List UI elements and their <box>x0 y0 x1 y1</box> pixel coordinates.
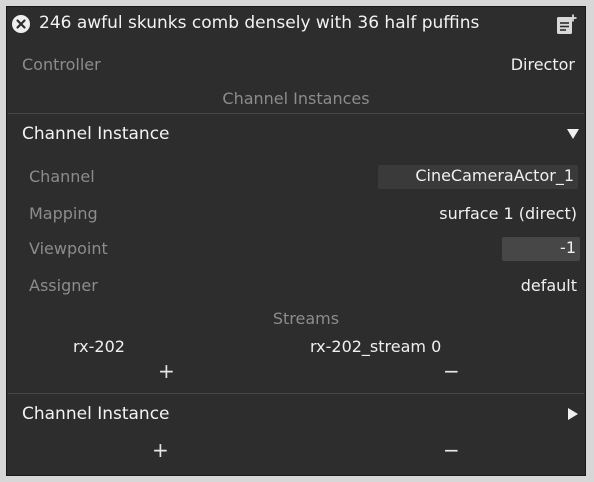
viewpoint-field[interactable]: -1 <box>502 237 580 261</box>
add-stream-button[interactable]: + <box>158 359 175 383</box>
assigner-label: Assigner <box>29 276 98 295</box>
stream-receiver[interactable]: rx-202 <box>73 337 125 356</box>
channel-instance-title-collapsed[interactable]: Channel Instance <box>22 404 170 424</box>
controller-value[interactable]: Director <box>511 55 575 74</box>
panel-title: 246 awful skunks comb densely with 36 ha… <box>39 13 480 33</box>
channel-instance-title[interactable]: Channel Instance <box>22 124 170 144</box>
triangle-right-icon[interactable] <box>568 408 578 420</box>
streams-heading: Streams <box>272 309 340 328</box>
stream-name[interactable]: rx-202_stream 0 <box>310 337 441 356</box>
viewpoint-label: Viewpoint <box>29 239 108 258</box>
remove-instance-button[interactable]: − <box>443 438 460 462</box>
channel-label: Channel <box>29 167 95 186</box>
mapping-value[interactable]: surface 1 (direct) <box>439 204 577 223</box>
triangle-down-icon[interactable] <box>567 129 579 139</box>
add-instance-button[interactable]: + <box>152 438 169 462</box>
viewpoint-value: -1 <box>560 238 576 257</box>
close-icon[interactable] <box>12 15 30 33</box>
mapping-label: Mapping <box>29 204 98 223</box>
remove-stream-button[interactable]: − <box>443 359 460 383</box>
assigner-value[interactable]: default <box>521 276 577 295</box>
channel-value: CineCameraActor_1 <box>415 166 574 185</box>
channel-instances-heading: Channel Instances <box>222 89 370 108</box>
section-divider <box>8 113 584 114</box>
section-divider <box>8 393 584 394</box>
controller-label: Controller <box>22 55 101 74</box>
edit-note-icon[interactable] <box>555 14 577 36</box>
channel-instances-panel: 246 awful skunks comb densely with 36 ha… <box>6 6 586 476</box>
channel-field[interactable]: CineCameraActor_1 <box>378 165 578 189</box>
